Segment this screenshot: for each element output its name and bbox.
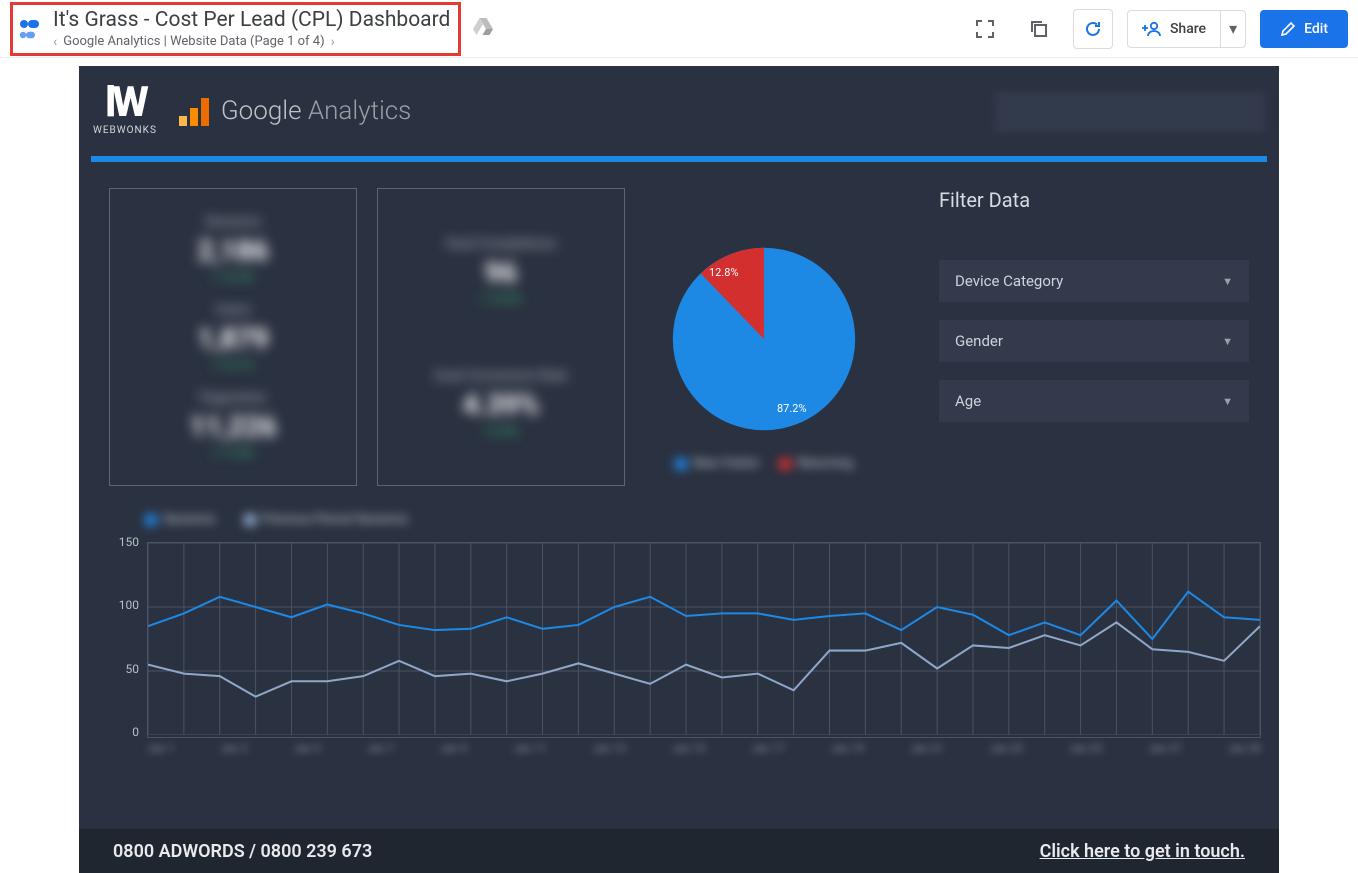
- y-tick: 50: [126, 662, 140, 676]
- line-chart: SessionsPrevious Period Sessions 1501005…: [109, 542, 1261, 762]
- x-tick: Jan 23: [990, 742, 1023, 762]
- filter-title: Filter Data: [939, 188, 1249, 212]
- datastudio-logo-icon: [17, 16, 43, 42]
- pie-legend: New VisitorReturning: [675, 456, 853, 471]
- x-tick: Jan 17: [751, 742, 784, 762]
- y-tick: 150: [119, 535, 139, 549]
- app-toolbar: It's Grass - Cost Per Lead (CPL) Dashboa…: [0, 0, 1358, 58]
- kpi-item: Goal Conversion Rate4.39%+ 6.6%: [434, 368, 568, 438]
- report-header: lW WEBWONKS Google Analytics: [79, 66, 1279, 156]
- report-footer: 0800 ADWORDS / 0800 239 673 Click here t…: [79, 829, 1279, 873]
- breadcrumb[interactable]: ‹ Google Analytics | Website Data (Page …: [53, 34, 450, 50]
- report-page: lW WEBWONKS Google Analytics Sessions2,1…: [79, 66, 1279, 873]
- x-tick: Jan 27: [1148, 742, 1181, 762]
- x-tick: Jan 11: [513, 742, 546, 762]
- x-tick: Jan 25: [1069, 742, 1102, 762]
- pie-svg: [669, 244, 859, 434]
- kpi-card-left: Sessions2,186+ 12.4% Users1,879+ 10.1% Pag…: [109, 188, 357, 486]
- kpi-item: Sessions2,186+ 12.4%: [197, 214, 268, 284]
- webwonks-logo: lW WEBWONKS: [93, 86, 157, 137]
- pie-label-large: 87.2%: [777, 402, 807, 415]
- title-block: It's Grass - Cost Per Lead (CPL) Dashboa…: [10, 2, 461, 56]
- kpi-item: Pageviews11,226+ 17.8%: [189, 390, 276, 460]
- fullscreen-icon[interactable]: [965, 9, 1005, 49]
- copy-icon[interactable]: [1019, 9, 1059, 49]
- x-tick: Jan 21: [910, 742, 943, 762]
- drive-icon[interactable]: [473, 18, 493, 40]
- x-tick: Jan 9: [440, 742, 467, 762]
- share-button[interactable]: Share: [1128, 21, 1220, 37]
- filter-select[interactable]: Age▼: [939, 380, 1249, 422]
- x-tick: Jan 1: [147, 742, 174, 762]
- filter-select[interactable]: Device Category▼: [939, 260, 1249, 302]
- footer-contact-link[interactable]: Click here to get in touch.: [1040, 841, 1245, 862]
- canvas: lW WEBWONKS Google Analytics Sessions2,1…: [0, 58, 1358, 873]
- kpi-item: Goal Completions96+ 19.9%: [445, 236, 556, 306]
- kpi-item: Users1,879+ 10.1%: [197, 302, 268, 372]
- person-add-icon: [1142, 21, 1162, 37]
- line-legend: SessionsPrevious Period Sessions: [145, 512, 408, 527]
- report-title[interactable]: It's Grass - Cost Per Lead (CPL) Dashboa…: [53, 8, 450, 32]
- filter-select[interactable]: Gender▼: [939, 320, 1249, 362]
- ga-icon: [177, 94, 211, 128]
- edit-label: Edit: [1304, 21, 1328, 37]
- y-tick: 0: [132, 725, 139, 739]
- filter-panel: Filter Data Device Category▼ Gender▼ Age▼: [939, 188, 1249, 486]
- date-range-control[interactable]: [995, 92, 1265, 132]
- x-tick: Jan 19: [831, 742, 864, 762]
- x-tick: Jan 3: [220, 742, 247, 762]
- pencil-icon: [1280, 21, 1296, 37]
- y-tick: 100: [119, 598, 139, 612]
- x-tick: Jan 7: [367, 742, 394, 762]
- chevron-left-icon[interactable]: ‹: [53, 34, 57, 50]
- x-tick: Jan 13: [593, 742, 626, 762]
- breadcrumb-text: Google Analytics | Website Data (Page 1 …: [63, 34, 324, 49]
- chevron-right-icon[interactable]: ›: [331, 34, 335, 50]
- x-tick: Jan 15: [672, 742, 705, 762]
- share-button-group: Share ▾: [1127, 10, 1246, 48]
- x-tick: Jan 29: [1228, 742, 1261, 762]
- kpi-column: Sessions2,186+ 12.4% Users1,879+ 10.1% Pag…: [109, 188, 625, 486]
- share-label: Share: [1170, 21, 1206, 37]
- x-tick: Jan 5: [293, 742, 320, 762]
- footer-phone: 0800 ADWORDS / 0800 239 673: [113, 841, 372, 862]
- share-dropdown[interactable]: ▾: [1220, 11, 1245, 47]
- refresh-icon[interactable]: [1073, 9, 1113, 49]
- google-analytics-logo: Google Analytics: [177, 94, 411, 128]
- edit-button[interactable]: Edit: [1260, 10, 1348, 48]
- pie-chart: 12.8% 87.2% New VisitorReturning: [649, 188, 879, 486]
- line-plot: [147, 542, 1261, 738]
- pie-label-small: 12.8%: [709, 266, 739, 279]
- kpi-card-right: Goal Completions96+ 19.9% Goal Conversion…: [377, 188, 625, 486]
